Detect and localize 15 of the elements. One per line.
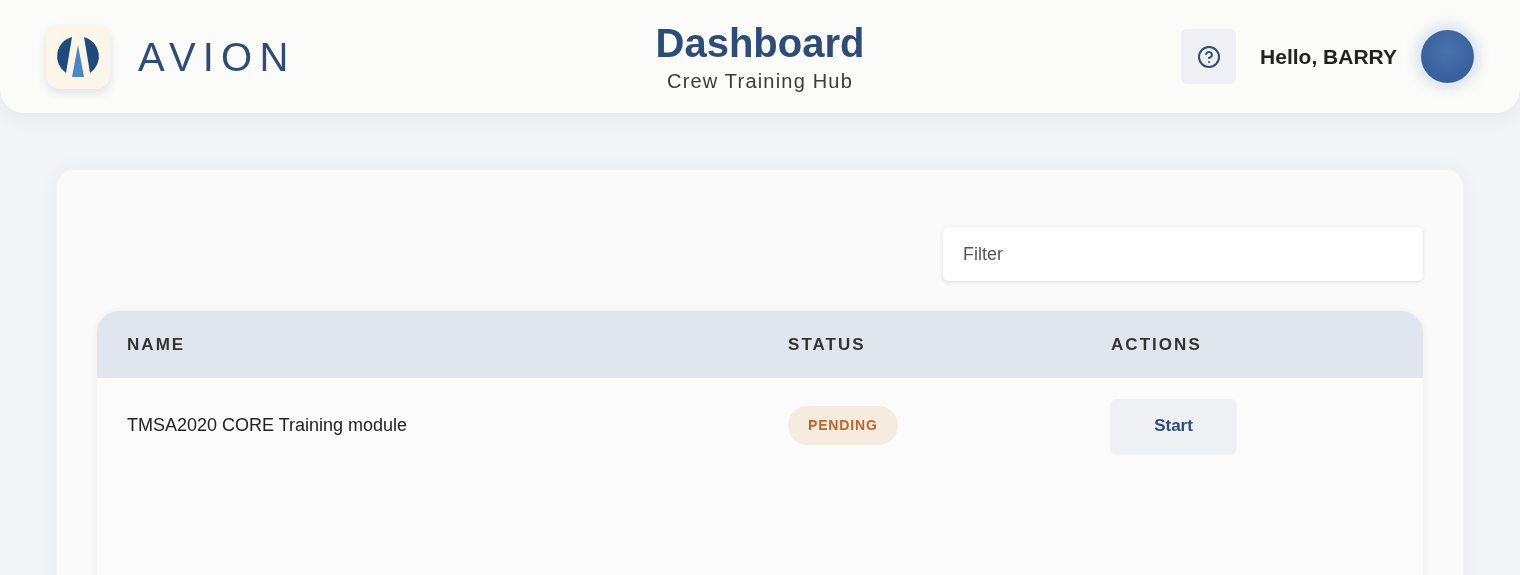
column-header: ACTIONS — [1111, 333, 1203, 356]
page-subtitle: Crew Training Hub — [667, 68, 853, 94]
brand-name: AVION — [138, 33, 296, 81]
training-name: TMSA2020 CORE Training module — [127, 414, 409, 437]
column-header: NAME — [127, 333, 187, 356]
logo-icon — [46, 24, 110, 89]
page-title: Dashboard — [655, 19, 865, 67]
avatar[interactable] — [1421, 30, 1474, 83]
start-button[interactable]: Start — [1111, 398, 1236, 453]
column-header: STATUS — [788, 333, 867, 356]
help-icon — [1196, 44, 1221, 69]
user-greeting: Hello, BARRY — [1260, 43, 1397, 70]
filter-field[interactable]: Filter — [943, 227, 1423, 281]
help-button[interactable] — [1181, 29, 1237, 84]
status-badge: PENDING — [788, 406, 898, 445]
